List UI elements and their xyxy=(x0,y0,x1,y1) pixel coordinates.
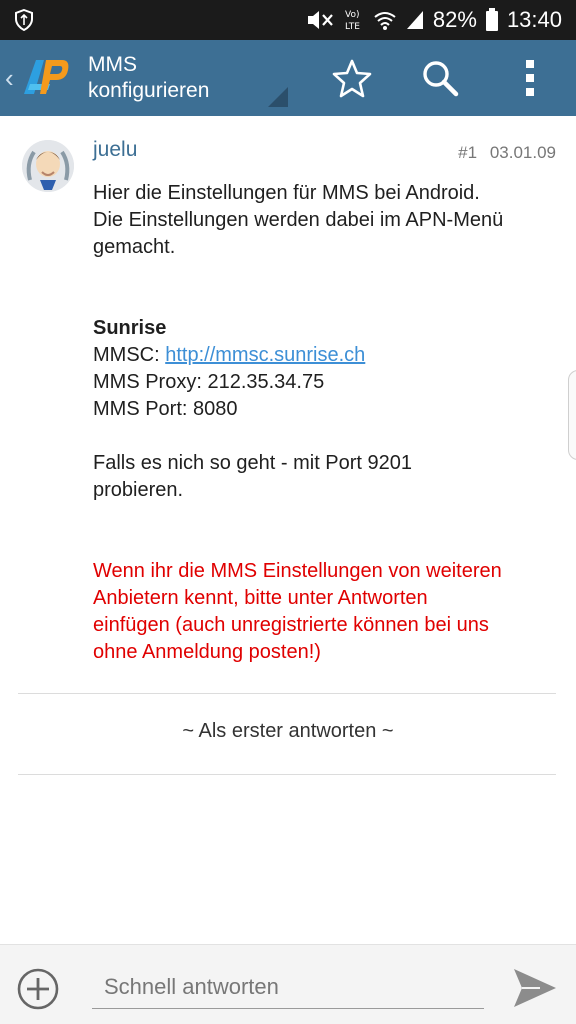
reply-first-button[interactable]: ~ Als erster antworten ~ xyxy=(0,720,576,743)
post-author[interactable]: juelu xyxy=(93,138,137,162)
avatar[interactable] xyxy=(22,140,74,192)
divider xyxy=(18,774,556,775)
post-body: Hier die Einstellungen für MMS bei Andro… xyxy=(93,180,563,666)
volte-icon: Vo) LTE xyxy=(343,7,365,33)
wifi-icon xyxy=(373,9,397,31)
svg-text:Vo): Vo) xyxy=(345,10,359,20)
divider xyxy=(18,693,556,694)
overflow-menu-icon[interactable] xyxy=(508,56,552,100)
mmsc-line: MMSC: http://mmsc.sunrise.ch xyxy=(93,342,563,369)
svg-text:LTE: LTE xyxy=(345,22,360,32)
post-date: 03.01.09 xyxy=(489,143,556,162)
star-icon[interactable] xyxy=(330,56,374,100)
post-text-line: gemacht. xyxy=(93,236,176,258)
notice-line: Wenn ihr die MMS Einstellungen von weite… xyxy=(93,560,502,582)
app-bar: ‹ MMS konfigurieren xyxy=(0,40,576,116)
mms-proxy: MMS Proxy: 212.35.34.75 xyxy=(93,371,325,393)
post-text-line: probieren. xyxy=(93,479,184,501)
page-title[interactable]: MMS konfigurieren xyxy=(88,52,288,104)
back-chevron-icon[interactable]: ‹ xyxy=(5,63,14,94)
mmsc-link[interactable]: http://mmsc.sunrise.ch xyxy=(165,344,365,366)
notice-line: ohne Anmeldung posten!) xyxy=(93,641,321,663)
battery-level: 82% xyxy=(432,7,477,32)
add-attachment-button[interactable] xyxy=(16,967,60,1011)
shield-icon xyxy=(14,9,34,31)
post-text-line: Falls es nich so geht - mit Port 9201 xyxy=(93,452,413,474)
page-title-line1: MMS xyxy=(88,53,137,76)
provider-name: Sunrise xyxy=(93,317,167,339)
post-number: #1 xyxy=(458,143,478,162)
status-time: 13:40 xyxy=(506,7,562,32)
quick-reply-input[interactable] xyxy=(92,965,484,1009)
app-logo[interactable] xyxy=(20,54,72,100)
mms-port: MMS Port: 8080 xyxy=(93,398,238,420)
page-title-line2: konfigurieren xyxy=(88,79,210,102)
post-meta: #1 03.01.09 xyxy=(450,143,556,163)
mmsc-label: MMSC: xyxy=(93,344,166,366)
quick-reply-bar xyxy=(0,944,576,1024)
notice-line: Anbietern kennt, bitte unter Antworten xyxy=(93,587,428,609)
edge-panel-handle[interactable] xyxy=(568,370,576,460)
search-icon[interactable] xyxy=(418,56,462,100)
post-text-line: Die Einstellungen werden dabei im APN-Me… xyxy=(93,209,504,231)
send-button[interactable] xyxy=(512,967,560,1011)
mute-icon xyxy=(305,9,335,31)
notice-line: einfügen (auch unregistrierte können bei… xyxy=(93,614,489,636)
signal-icon xyxy=(405,9,425,31)
plus-circle-icon xyxy=(17,968,59,1010)
dropdown-indicator-icon[interactable] xyxy=(268,87,288,107)
post-text-line: Hier die Einstellungen für MMS bei Andro… xyxy=(93,182,480,204)
battery-icon xyxy=(485,8,499,32)
status-bar: Vo) LTE 82% 13:40 xyxy=(0,0,576,40)
send-icon xyxy=(514,969,556,1007)
